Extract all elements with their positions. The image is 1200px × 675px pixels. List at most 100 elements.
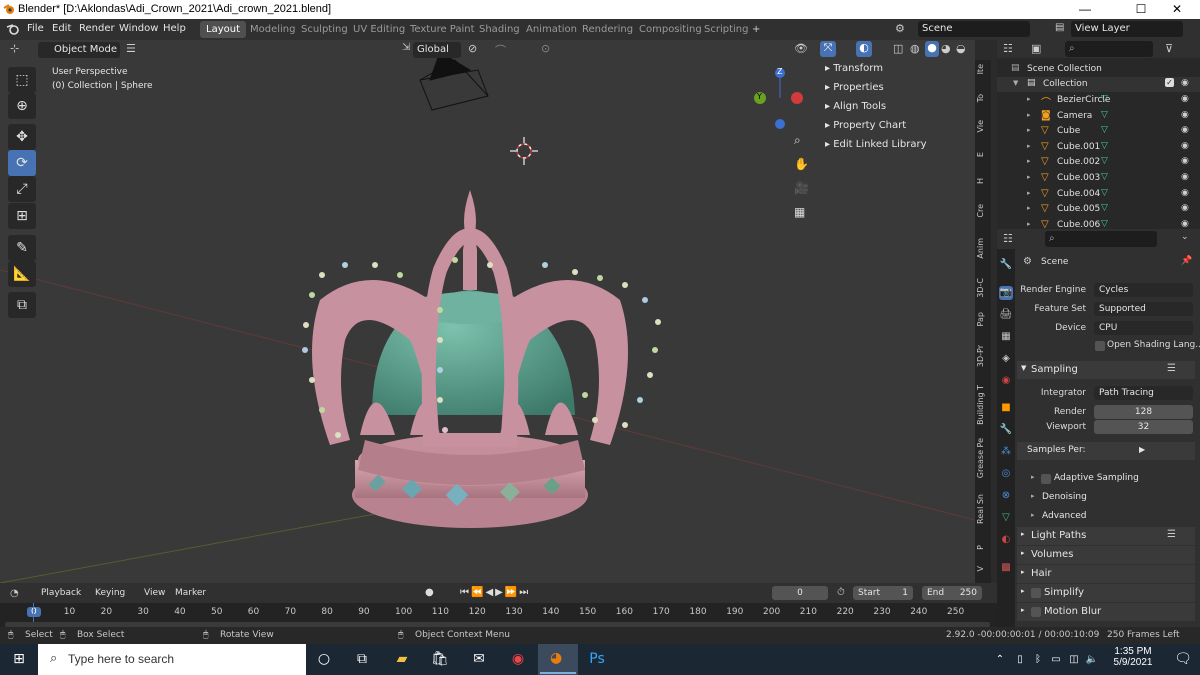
pan-hand-icon[interactable]: ✋ (794, 157, 809, 171)
light-paths-section[interactable]: ▸ Light Paths ☰ (1017, 527, 1195, 545)
timeline-menu-marker[interactable]: Marker (175, 588, 206, 598)
hair-section[interactable]: ▸ Hair (1017, 565, 1195, 583)
volumes-section[interactable]: ▸ Volumes (1017, 546, 1195, 564)
modifier-tab-icon[interactable]: 🔧 (999, 423, 1013, 437)
timeline-menu-view[interactable]: View (144, 588, 165, 598)
motion-blur-section[interactable]: ▸ Motion Blur (1017, 603, 1195, 621)
view-layer-icon[interactable]: ▤ (1055, 22, 1064, 33)
file-explorer-icon[interactable]: ▰ (385, 646, 419, 673)
outliner-row[interactable]: ▸ ▽ Cube.002 ▽ ◉ (997, 155, 1200, 170)
eye-icon[interactable]: ◉ (1181, 172, 1189, 182)
transform-tool-icon[interactable]: ⊞ (8, 203, 36, 229)
device-dropdown[interactable]: CPU (1094, 321, 1193, 335)
mesh-data-icon[interactable]: ▽ (1101, 203, 1108, 213)
sidetab-create[interactable]: Cre (976, 204, 990, 218)
particles-tab-icon[interactable]: ⁂ (999, 445, 1013, 459)
list-icon[interactable]: ☰ (1167, 363, 1176, 374)
sidetab-h[interactable]: H (976, 178, 990, 184)
mesh-data-icon[interactable]: ▽ (1101, 172, 1108, 182)
3d-viewport[interactable]: Z Y ⌕ ✋ 🎥 ▦ User Perspective (0) Collect… (0, 40, 975, 583)
scale-tool-icon[interactable]: ⤢ (8, 176, 36, 202)
menu-render[interactable]: Render (79, 23, 115, 34)
notifications-icon[interactable]: 🗨 (1166, 646, 1200, 673)
close-button[interactable]: ✕ (1154, 0, 1200, 19)
expand-arrow-icon[interactable]: ▸ (1027, 173, 1031, 181)
simplify-section[interactable]: ▸ Simplify (1017, 584, 1195, 602)
properties-search-input[interactable]: ⌕ (1045, 231, 1157, 247)
pin-icon[interactable]: 📌 (1181, 256, 1192, 266)
editor-type-icon[interactable]: ⊹ (10, 42, 19, 55)
task-view-icon[interactable]: ⧉ (345, 646, 379, 673)
cortana-icon[interactable]: ○ (307, 646, 341, 673)
scene-selector[interactable]: Scene (918, 21, 1030, 37)
npanel-transform[interactable]: ▸ Transform (825, 63, 883, 74)
measure-tool-icon[interactable]: 📐 (8, 261, 36, 287)
minimize-button[interactable]: — (1062, 0, 1108, 19)
collection-checkbox[interactable]: ✓ (1165, 78, 1174, 87)
sidetab-anim[interactable]: Anim (976, 238, 990, 259)
sidetab-item[interactable]: Ite (976, 64, 990, 74)
motion-blur-checkbox[interactable] (1031, 607, 1041, 617)
simplify-checkbox[interactable] (1031, 588, 1041, 598)
scene-browse-icon[interactable]: ⚙ (895, 22, 905, 35)
workspace-tab-modeling[interactable]: Modeling (244, 21, 302, 38)
npanel-property-chart[interactable]: ▸ Property Chart (825, 120, 906, 131)
chrome-icon[interactable]: ◉ (501, 646, 535, 673)
rotate-tool-icon[interactable]: ⟳ (8, 150, 36, 176)
constraints-tab-icon[interactable]: ⊗ (999, 489, 1013, 503)
sidetab-view[interactable]: Vie (976, 120, 990, 132)
render-samples-field[interactable]: 128 (1094, 405, 1193, 419)
workspace-tab-texture-paint[interactable]: Texture Paint (404, 21, 481, 38)
gizmo-z-label[interactable]: Z (777, 67, 782, 76)
proportional-edit-icon[interactable]: ⊙ (541, 42, 550, 55)
outliner-row[interactable]: ▸ ▽ Cube ▽ ◉ (997, 124, 1200, 139)
properties-editor-icon[interactable]: ☷ (1003, 232, 1013, 245)
camera-view-icon[interactable]: 🎥 (794, 181, 809, 195)
list-icon[interactable]: ☰ (1167, 529, 1176, 540)
expand-arrow-icon[interactable]: ▸ (1027, 126, 1031, 134)
gizmo-toggle-icon[interactable]: ⤧ (820, 41, 836, 57)
output-tab-icon[interactable]: 🖨 (999, 308, 1013, 322)
expand-arrow-icon[interactable]: ▸ (1027, 157, 1031, 165)
mesh-data-icon[interactable]: ▽ (1101, 219, 1108, 229)
eye-icon[interactable]: ◉ (1181, 141, 1189, 151)
xray-icon[interactable]: ◫ (893, 42, 903, 55)
render-engine-dropdown[interactable]: Cycles (1094, 283, 1193, 297)
sidetab-p[interactable]: P (976, 545, 990, 550)
outliner-search-input[interactable]: ⌕ (1065, 41, 1153, 57)
outliner-row[interactable]: ▸ ▽ Cube.004 ▽ ◉ (997, 187, 1200, 202)
sidetab-v[interactable]: V (976, 566, 990, 571)
taskbar-blender-active[interactable]: ◕ (538, 644, 578, 675)
outliner-editor-icon[interactable]: ☷ (1003, 42, 1013, 55)
playback-controls-icon[interactable]: ⏮⏪◀▶⏩⏭ (460, 587, 530, 598)
samples-per-header[interactable]: Samples Per: ▶ (1017, 442, 1195, 460)
expand-arrow-icon[interactable]: ▸ (1027, 189, 1031, 197)
move-tool-icon[interactable]: ✥ (8, 124, 36, 150)
menu-file[interactable]: File (27, 23, 44, 34)
npanel-align-tools[interactable]: ▸ Align Tools (825, 101, 886, 112)
workspace-tab-layout[interactable]: Layout (200, 21, 246, 38)
outliner-scene-collection[interactable]: ▤ Scene Collection (997, 62, 1200, 77)
zoom-icon[interactable]: ⌕ (794, 133, 801, 148)
tool-tab-icon[interactable]: 🔧 (999, 258, 1013, 272)
render-tab-icon[interactable]: 📷 (999, 286, 1013, 300)
snap-icon[interactable]: ⌒ (495, 42, 506, 58)
workspace-tab-animation[interactable]: Animation (520, 21, 583, 38)
expand-arrow-icon[interactable]: ▸ (1027, 220, 1031, 228)
expand-arrow-icon[interactable]: ▸ (1027, 95, 1031, 103)
outliner-row[interactable]: ▸ ▽ Cube.005 ▽ ◉ (997, 202, 1200, 217)
overlay-toggle-icon[interactable]: ◐ (856, 41, 872, 57)
mail-icon[interactable]: ✉ (462, 646, 496, 673)
expand-arrow-icon[interactable]: ▸ (1027, 204, 1031, 212)
view-layer-tab-icon[interactable]: ▦ (999, 330, 1013, 344)
mesh-data-icon[interactable]: ▽ (1101, 94, 1108, 104)
feature-set-dropdown[interactable]: Supported (1094, 302, 1193, 316)
cursor-tool-icon[interactable]: ⊕ (8, 93, 36, 119)
blender-menu-icon[interactable] (6, 23, 20, 36)
ortho-grid-icon[interactable]: ▦ (794, 205, 805, 219)
menu-edit[interactable]: Edit (52, 23, 71, 34)
current-frame-field[interactable]: 0 (772, 586, 828, 600)
visibility-icon[interactable]: 👁 (794, 42, 808, 55)
physics-tab-icon[interactable]: ◎ (999, 467, 1013, 481)
osl-checkbox[interactable] (1095, 341, 1105, 351)
